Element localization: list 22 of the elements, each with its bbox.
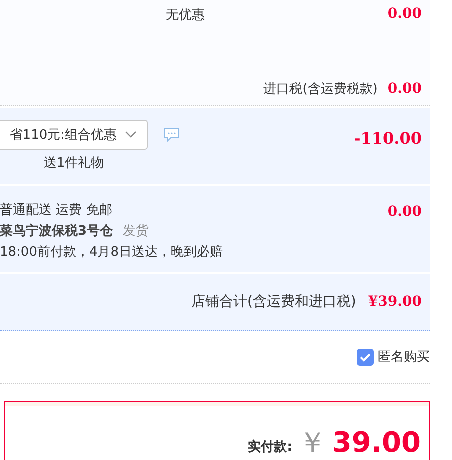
shipping-amount: 0.00	[388, 204, 422, 220]
discount-label: 无优惠	[166, 7, 205, 25]
anonymous-label: 匿名购买	[378, 349, 430, 366]
promotion-amount: -110.00	[354, 129, 422, 148]
check-icon	[360, 352, 371, 362]
delivery-promise: 18:00前付款，4月8日送达，晚到必赔	[0, 244, 224, 261]
payment-amount: 39.00	[332, 426, 421, 460]
shipping-method: 普通配送 运费 免邮	[0, 202, 114, 219]
chat-bubble-icon[interactable]	[164, 128, 180, 142]
import-tax-amount: 0.00	[388, 81, 422, 97]
checkbox[interactable]	[357, 348, 374, 366]
currency-symbol: ￥	[298, 426, 326, 460]
store-total-label: 店铺合计(含运费和进口税)	[191, 293, 356, 311]
discount-amount: 0.00	[388, 6, 422, 24]
import-tax-label: 进口税(含运费税款)	[264, 81, 378, 98]
promotion-dropdown[interactable]: 省110元:组合优惠	[0, 120, 148, 150]
warehouse-name: 菜鸟宁波保税3号仓	[0, 224, 114, 239]
caret-icon	[125, 131, 137, 139]
ship-note: 发货	[123, 224, 150, 239]
store-total-amount: ¥39.00	[368, 294, 422, 310]
gift-text: 送1件礼物	[44, 155, 104, 172]
payment-label: 实付款:	[248, 438, 292, 456]
